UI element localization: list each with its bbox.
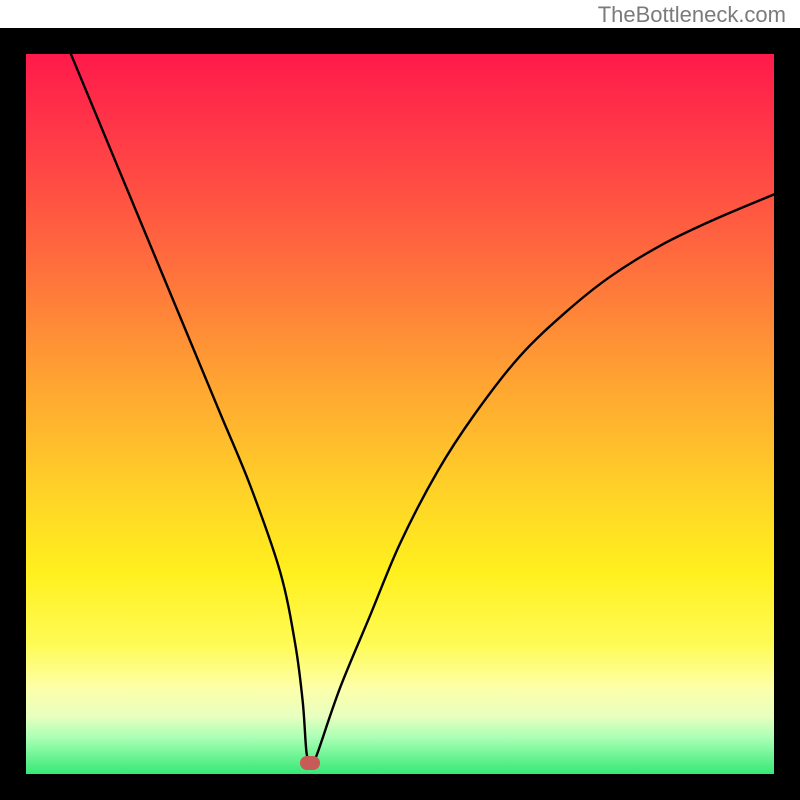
plot-area bbox=[26, 54, 774, 774]
chart-frame bbox=[0, 28, 800, 800]
minimum-marker bbox=[300, 756, 320, 770]
watermark-text: TheBottleneck.com bbox=[598, 2, 786, 28]
bottleneck-curve bbox=[26, 54, 774, 774]
